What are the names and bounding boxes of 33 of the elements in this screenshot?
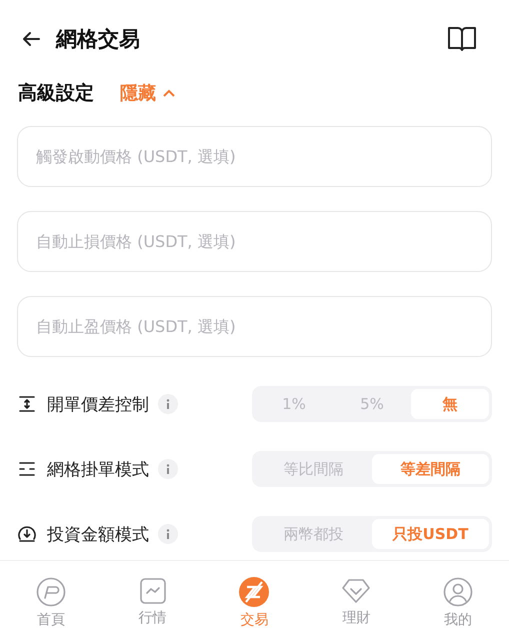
section-title: 高級設定 [18, 81, 94, 106]
nav-tab[interactable]: 交易 [204, 577, 306, 640]
book-icon[interactable] [447, 25, 477, 53]
nav-tab[interactable]: 首頁 [0, 577, 102, 640]
logo-circle-icon [36, 577, 66, 607]
segment-option[interactable]: 只投USDT [372, 519, 489, 549]
page-title: 網格交易 [56, 26, 141, 53]
info-icon[interactable] [158, 524, 178, 544]
caret-icon [162, 88, 176, 98]
info-icon[interactable] [158, 459, 178, 479]
price-field[interactable]: 觸發啟動價格 (USDT, 選填) [17, 126, 492, 187]
nav-tab[interactable]: 行情 [102, 577, 204, 640]
nav-tab[interactable]: 我的 [407, 577, 509, 640]
profile-icon [443, 577, 474, 607]
price-field[interactable]: 自動止盈價格 (USDT, 選填) [17, 296, 492, 357]
setting-label: 投資金額模式 [47, 524, 149, 546]
setting-label: 開單價差控制 [47, 394, 149, 416]
info-icon[interactable] [158, 394, 178, 414]
setting-label: 網格掛單模式 [47, 458, 149, 480]
hide-toggle[interactable]: 隱藏 [120, 81, 176, 105]
lines-icon [17, 459, 37, 479]
spread-icon [17, 394, 37, 414]
chart-icon [138, 577, 167, 605]
segment-option[interactable]: 5% [333, 389, 411, 419]
segment-option[interactable]: 兩幣都投 [255, 519, 372, 549]
segment-option[interactable]: 等差間隔 [372, 454, 489, 484]
segment-option[interactable]: 1% [255, 389, 333, 419]
trade-logo-icon [239, 577, 270, 607]
nav-tab[interactable]: 理財 [305, 577, 408, 640]
price-field[interactable]: 自動止損價格 (USDT, 選填) [17, 211, 492, 272]
segment-option[interactable]: 無 [411, 389, 489, 419]
segment-option[interactable]: 等比間隔 [255, 454, 372, 484]
diamond-icon [341, 577, 372, 605]
